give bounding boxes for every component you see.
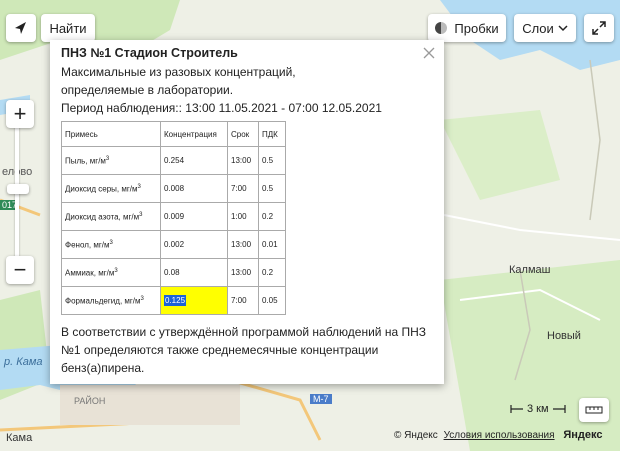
yandex-logo[interactable]: Яндекс [563, 429, 602, 441]
map-label-novyi: Новый [547, 330, 581, 342]
table-row: Формальдегид, мг/м3 0.125 7:00 0.05 [61, 286, 286, 315]
header-impurity: Примесь [61, 121, 161, 147]
scale-label: 3 км [527, 403, 549, 415]
concentration-value: 0.009 [160, 202, 228, 231]
traffic-icon [435, 22, 448, 34]
map-label-district: РАЙОН [74, 396, 106, 406]
station-popup: ПНЗ №1 Стадион Строитель Максимальные из… [50, 40, 444, 384]
header-pdk: ПДК [258, 121, 286, 147]
pdk-value: 0.2 [258, 258, 286, 287]
impurity-name: Формальдегид, мг/м3 [61, 286, 161, 315]
table-row: Пыль, мг/м3 0.254 13:00 0.5 [61, 146, 286, 175]
header-concentration: Концентрация [160, 121, 228, 147]
traffic-button[interactable]: Пробки [428, 14, 506, 42]
header-time: Срок [227, 121, 259, 147]
concentration-value-highlighted[interactable]: 0.125 [160, 286, 228, 315]
zoom-out-button[interactable]: − [6, 256, 34, 284]
map-label-kama-river: р. Кама [4, 356, 43, 368]
table-row: Диоксид серы, мг/м3 0.008 7:00 0.5 [61, 174, 286, 203]
pdk-value: 0.2 [258, 202, 286, 231]
fullscreen-button[interactable] [584, 14, 614, 42]
ruler-icon [585, 406, 603, 414]
pdk-value: 0.05 [258, 286, 286, 315]
copyright-bar: © Яндекс Условия использования Яндекс [394, 429, 602, 441]
table-header-row: Примесь Концентрация Срок ПДК [61, 121, 286, 147]
close-icon[interactable] [422, 46, 436, 60]
popup-footer-note: В соответствии с утверждённой программой… [61, 325, 426, 375]
impurity-name: Диоксид азота, мг/м3 [61, 202, 161, 231]
pdk-value: 0.01 [258, 230, 286, 259]
pdk-value: 0.5 [258, 146, 286, 175]
concentration-value: 0.002 [160, 230, 228, 259]
impurity-name: Диоксид серы, мг/м3 [61, 174, 161, 203]
concentration-table: Примесь Концентрация Срок ПДК Пыль, мг/м… [61, 121, 286, 315]
ruler-button[interactable] [579, 398, 609, 422]
find-button[interactable]: Найти [41, 14, 95, 42]
concentration-value: 0.254 [160, 146, 228, 175]
time-value: 13:00 [227, 258, 259, 287]
terms-of-use-link[interactable]: Условия использования [444, 430, 555, 441]
scale-bar: 3 км [510, 403, 566, 415]
popup-title: ПНЗ №1 Стадион Строитель [61, 46, 238, 60]
zoom-in-button[interactable]: + [6, 100, 34, 128]
traffic-label: Пробки [454, 20, 499, 36]
time-value: 7:00 [227, 174, 259, 203]
table-row: Аммиак, мг/м3 0.08 13:00 0.2 [61, 258, 286, 287]
impurity-name: Аммиак, мг/м3 [61, 258, 161, 287]
chevron-down-icon [558, 25, 568, 32]
plus-icon: + [13, 101, 27, 126]
time-value: 1:00 [227, 202, 259, 231]
table-row: Диоксид азота, мг/м3 0.009 1:00 0.2 [61, 202, 286, 231]
locate-button[interactable] [6, 14, 36, 42]
scale-line-end-icon [552, 405, 566, 413]
arrow-location-icon [15, 22, 26, 34]
layers-label: Слои [522, 20, 554, 36]
scale-line-icon [510, 405, 523, 413]
concentration-value: 0.008 [160, 174, 228, 203]
time-value: 13:00 [227, 146, 259, 175]
time-value: 7:00 [227, 286, 259, 315]
expand-icon [592, 21, 606, 35]
map-label-kalmash: Калмаш [509, 264, 551, 276]
concentration-value: 0.08 [160, 258, 228, 287]
zoom-slider-handle[interactable] [7, 184, 29, 194]
popup-description-line1: Максимальные из разовых концентраций, [61, 65, 296, 79]
road-m7-badge: М-7 [310, 394, 332, 404]
time-value: 13:00 [227, 230, 259, 259]
table-row: Фенол, мг/м3 0.002 13:00 0.01 [61, 230, 286, 259]
layers-button[interactable]: Слои [514, 14, 576, 42]
copyright-text: © Яндекс [394, 430, 438, 441]
observation-period: Период наблюдения:: 13:00 11.05.2021 - 0… [61, 101, 382, 115]
pdk-value: 0.5 [258, 174, 286, 203]
minus-icon: − [13, 257, 27, 282]
popup-description-line2: определяемые в лаборатории. [61, 83, 234, 97]
impurity-name: Пыль, мг/м3 [61, 146, 161, 175]
impurity-name: Фенол, мг/м3 [61, 230, 161, 259]
map-label-kama: Кама [6, 432, 33, 444]
